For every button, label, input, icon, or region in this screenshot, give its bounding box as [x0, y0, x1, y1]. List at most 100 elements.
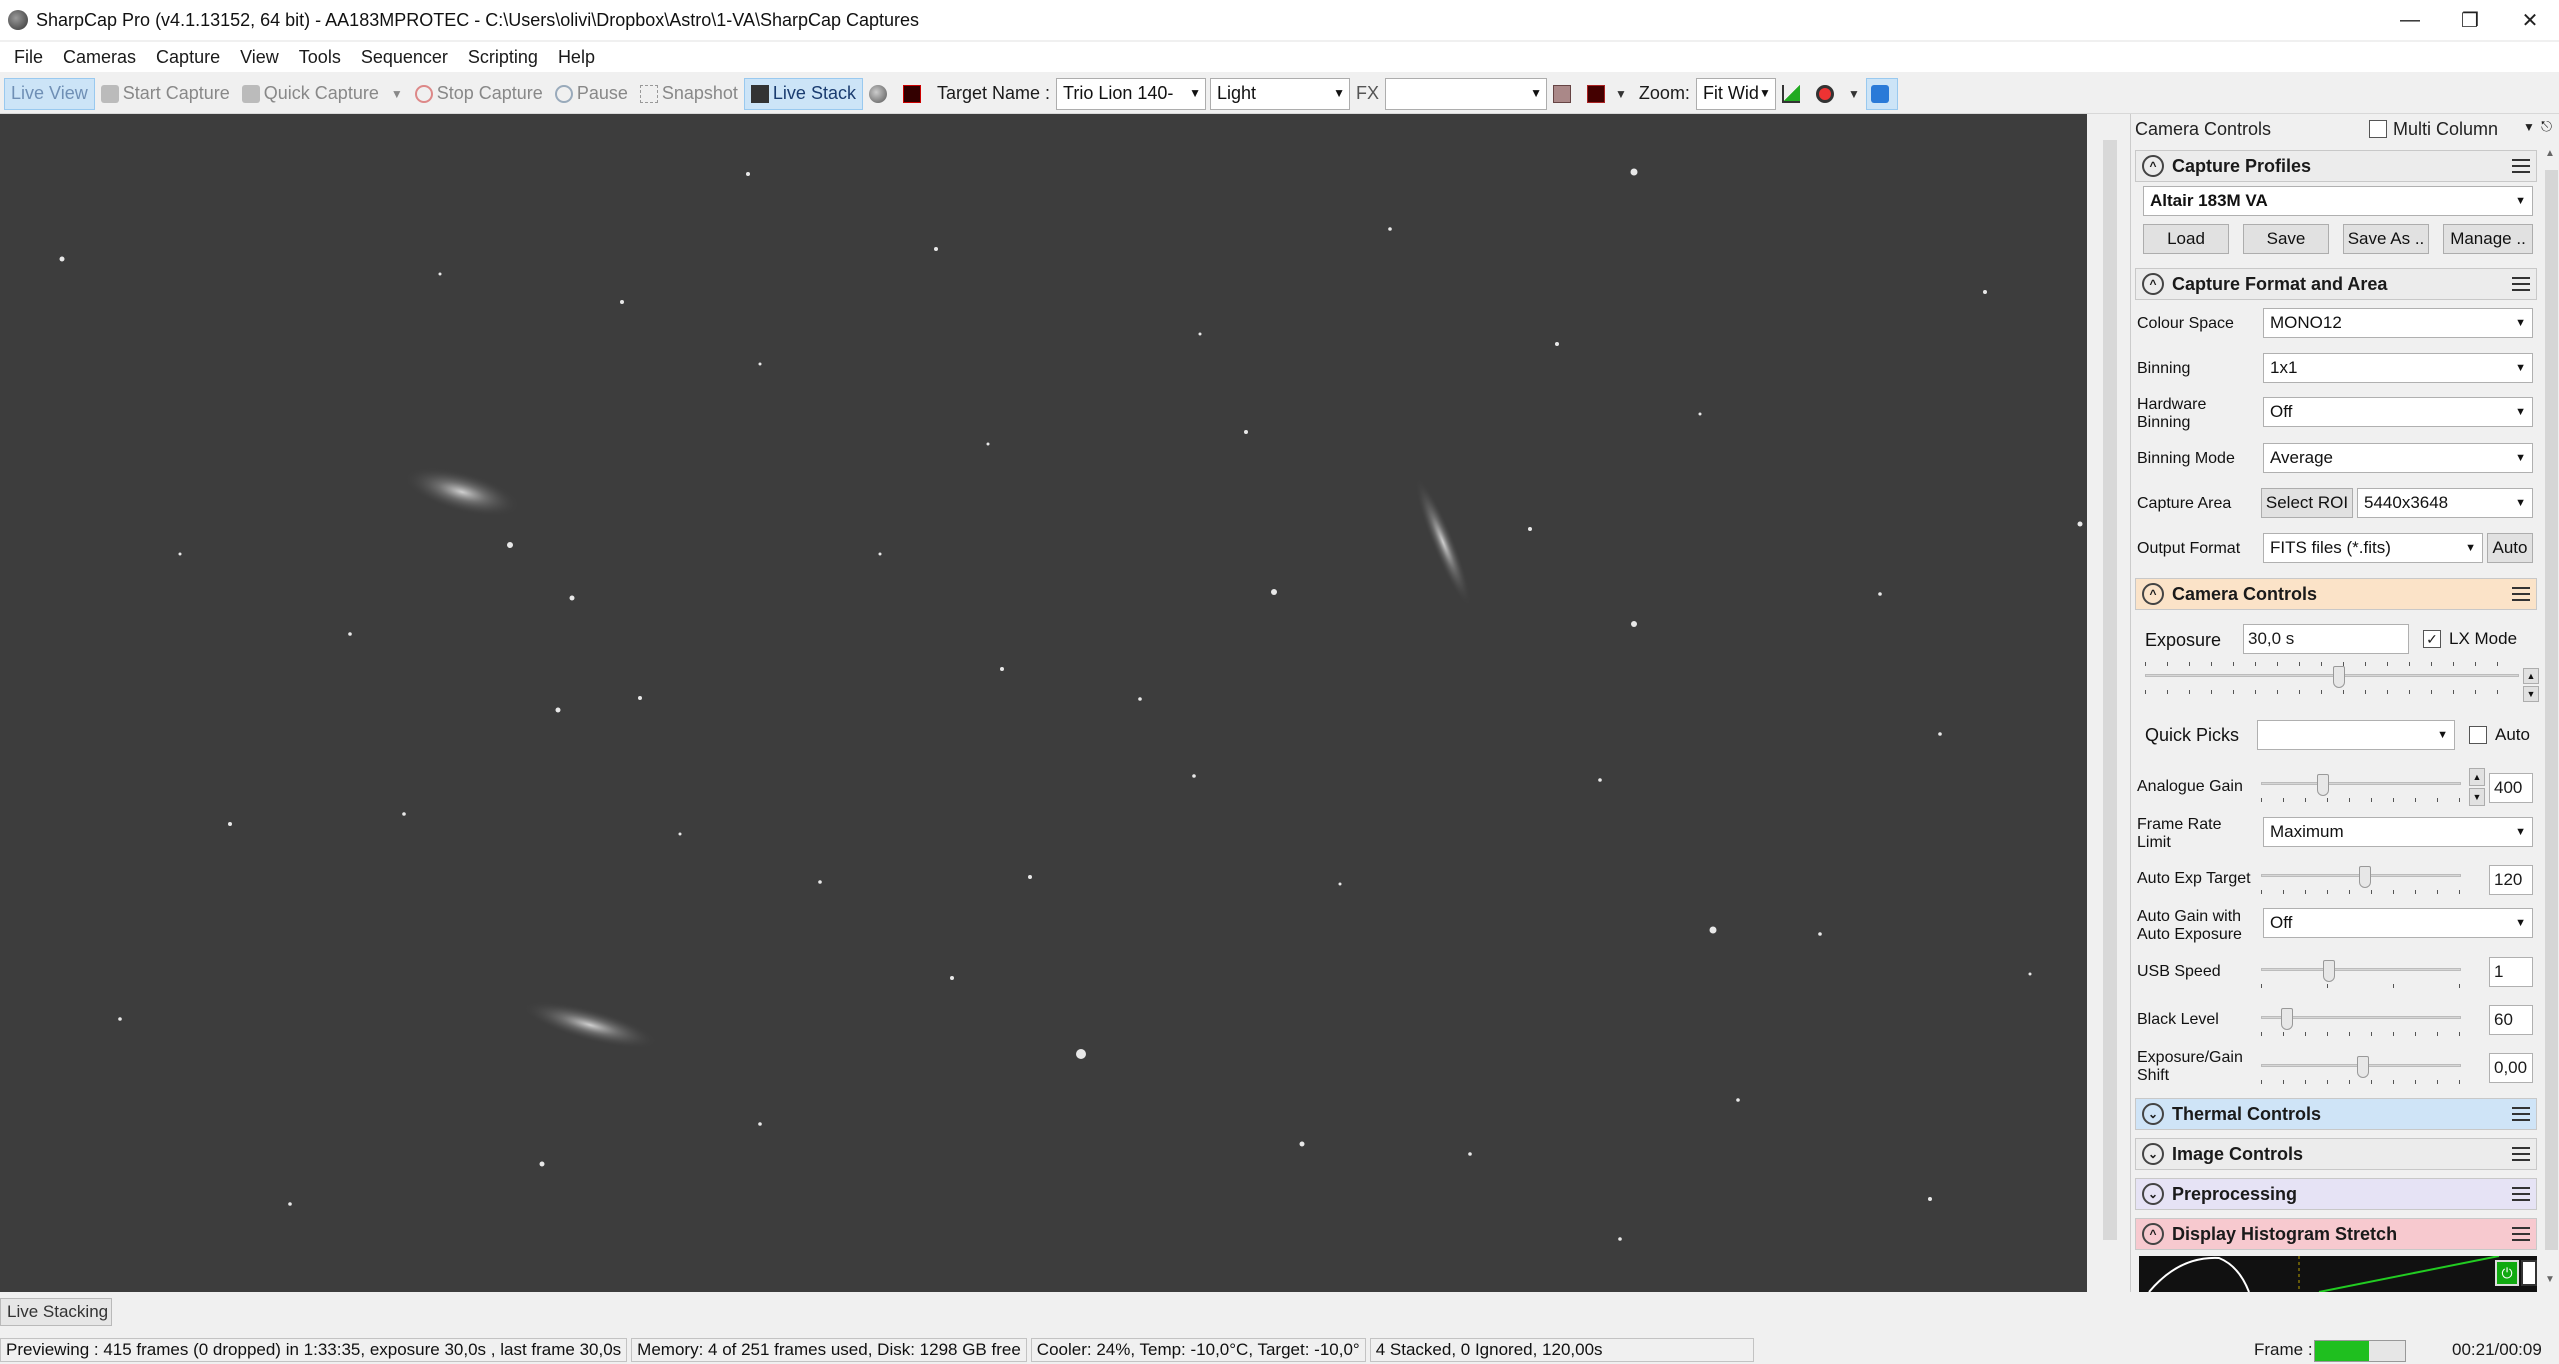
- histogram-display[interactable]: ⏻: [2139, 1256, 2537, 1292]
- contrast-icon[interactable]: [2521, 1260, 2537, 1286]
- gain-down-icon[interactable]: ▼: [2469, 788, 2485, 806]
- auto-exp-target-input[interactable]: 120: [2489, 865, 2533, 895]
- auto-gain-select[interactable]: Off ▼: [2263, 908, 2533, 938]
- preprocessing-header[interactable]: ⌄ Preprocessing: [2135, 1178, 2537, 1210]
- auto-exp-target-slider[interactable]: [2261, 866, 2461, 896]
- zoom-select[interactable]: Fit Wid ▼: [1695, 77, 1776, 110]
- chevron-down-icon[interactable]: ▼: [2523, 120, 2535, 134]
- magnifier-button[interactable]: ▼: [1810, 78, 1866, 110]
- analogue-gain-input[interactable]: 400: [2489, 773, 2533, 803]
- frame-rate-label-1: Frame Rate: [2137, 816, 2222, 833]
- menu-help[interactable]: Help: [548, 47, 605, 68]
- quick-capture-button[interactable]: Quick Capture ▼: [236, 78, 409, 110]
- menu-capture[interactable]: Capture: [146, 47, 230, 68]
- dark-frame-button[interactable]: [863, 78, 897, 110]
- image-viewer[interactable]: [0, 114, 2087, 1292]
- menu-icon[interactable]: [2512, 157, 2530, 175]
- frame-label: Frame :: [2254, 1340, 2313, 1359]
- colour-space-select[interactable]: MONO12 ▼: [2263, 308, 2533, 338]
- save-button[interactable]: Save: [2243, 224, 2329, 254]
- auto-format-button[interactable]: Auto: [2487, 533, 2533, 563]
- camera-icon: [100, 84, 119, 103]
- crosshair-icon: [1553, 84, 1572, 103]
- polar-align-button[interactable]: [1865, 77, 1898, 110]
- exposure-up-icon[interactable]: ▲: [2523, 668, 2539, 684]
- binning-mode-select[interactable]: Average ▼: [2263, 443, 2533, 473]
- snapshot-button[interactable]: Snapshot: [634, 78, 744, 110]
- chevron-down-icon: ▼: [2515, 452, 2526, 464]
- frame-type-select[interactable]: Light ▼: [1210, 77, 1351, 110]
- pause-button[interactable]: Pause: [549, 78, 634, 110]
- pin-icon[interactable]: ⎋: [2541, 118, 2552, 135]
- menu-sequencer[interactable]: Sequencer: [351, 47, 458, 68]
- power-icon[interactable]: ⏻: [2495, 1260, 2519, 1286]
- panel-scrollbar-thumb[interactable]: [2545, 170, 2558, 1250]
- menu-view[interactable]: View: [230, 47, 289, 68]
- title-bar: SharpCap Pro (v4.1.13152, 64 bit) - AA18…: [0, 0, 2559, 40]
- auto-exposure-checkbox[interactable]: [2469, 726, 2487, 744]
- menu-icon[interactable]: [2512, 1185, 2530, 1203]
- menu-tools[interactable]: Tools: [289, 47, 351, 68]
- menu-cameras[interactable]: Cameras: [53, 47, 146, 68]
- usb-speed-label: USB Speed: [2137, 963, 2221, 980]
- reticle-button[interactable]: [897, 78, 931, 110]
- image-controls-header[interactable]: ⌄ Image Controls: [2135, 1138, 2537, 1170]
- viewer-scrollbar-thumb[interactable]: [2103, 140, 2117, 1240]
- overlay-button[interactable]: ▼: [1581, 78, 1633, 110]
- chevron-down-icon: ▼: [1530, 85, 1543, 100]
- select-roi-button[interactable]: Select ROI: [2261, 488, 2353, 518]
- output-format-select[interactable]: FITS files (*.fits) ▼: [2263, 533, 2483, 563]
- menu-file[interactable]: File: [4, 47, 53, 68]
- usb-speed-input[interactable]: 1: [2489, 957, 2533, 987]
- menu-icon[interactable]: [2512, 1145, 2530, 1163]
- crosshair-button[interactable]: [1547, 78, 1581, 110]
- fx-select[interactable]: ▼: [1385, 77, 1548, 110]
- display-histogram-header[interactable]: ^ Display Histogram Stretch: [2135, 1218, 2537, 1250]
- hw-binning-select[interactable]: Off ▼: [2263, 397, 2533, 427]
- frame-rate-select[interactable]: Maximum ▼: [2263, 817, 2533, 847]
- minimize-button[interactable]: —: [2380, 0, 2440, 40]
- live-stack-button[interactable]: Live Stack: [743, 77, 863, 110]
- scroll-up-icon[interactable]: ▲: [2545, 148, 2558, 162]
- load-button[interactable]: Load: [2143, 224, 2229, 254]
- capture-area-select[interactable]: 5440x3648 ▼: [2357, 488, 2533, 518]
- profile-select[interactable]: Altair 183M VA ▼: [2143, 186, 2533, 216]
- exposure-input[interactable]: 30,0 s: [2243, 624, 2409, 654]
- manage-button[interactable]: Manage ..: [2443, 224, 2533, 254]
- black-level-slider[interactable]: [2261, 1008, 2461, 1038]
- restore-button[interactable]: ❐: [2440, 0, 2500, 40]
- capture-profiles-header[interactable]: ^ Capture Profiles: [2135, 150, 2537, 182]
- multi-column-checkbox[interactable]: [2369, 120, 2387, 138]
- start-capture-button[interactable]: Start Capture: [95, 78, 236, 110]
- capture-format-header[interactable]: ^ Capture Format and Area: [2135, 268, 2537, 300]
- menu-icon[interactable]: [2512, 585, 2530, 603]
- pause-icon: [554, 84, 573, 103]
- histogram-button[interactable]: [1776, 78, 1810, 110]
- exp-gain-shift-slider[interactable]: [2261, 1056, 2461, 1086]
- thermal-controls-header[interactable]: ⌄ Thermal Controls: [2135, 1098, 2537, 1130]
- menu-icon[interactable]: [2512, 275, 2530, 293]
- lx-mode-checkbox[interactable]: ✓: [2423, 630, 2441, 648]
- exposure-down-icon[interactable]: ▼: [2523, 686, 2539, 702]
- close-button[interactable]: ✕: [2500, 0, 2559, 40]
- analogue-gain-slider[interactable]: [2261, 774, 2461, 804]
- save-as-button[interactable]: Save As ..: [2343, 224, 2429, 254]
- usb-speed-slider[interactable]: [2261, 960, 2461, 990]
- scroll-down-icon[interactable]: ▼: [2545, 1274, 2558, 1288]
- black-level-input[interactable]: 60: [2489, 1005, 2533, 1035]
- camera-controls-header[interactable]: ^ Camera Controls: [2135, 578, 2537, 610]
- exposure-slider[interactable]: [2145, 662, 2519, 696]
- stop-capture-button[interactable]: Stop Capture: [409, 78, 549, 110]
- live-view-button[interactable]: Live View: [4, 77, 95, 110]
- menu-icon[interactable]: [2512, 1225, 2530, 1243]
- capture-area-label: Capture Area: [2137, 495, 2232, 512]
- target-name-select[interactable]: Trio Lion 140- ▼: [1056, 77, 1207, 110]
- binning-select[interactable]: 1x1 ▼: [2263, 353, 2533, 383]
- menu-icon[interactable]: [2512, 1105, 2530, 1123]
- menu-scripting[interactable]: Scripting: [458, 47, 548, 68]
- quick-picks-select[interactable]: ▼: [2257, 720, 2455, 750]
- exp-gain-shift-input[interactable]: 0,00: [2489, 1053, 2533, 1083]
- panel-scrollbar[interactable]: ▲ ▼: [2543, 144, 2559, 1292]
- gain-up-icon[interactable]: ▲: [2469, 768, 2485, 786]
- live-stacking-tab[interactable]: Live Stacking: [0, 1298, 112, 1326]
